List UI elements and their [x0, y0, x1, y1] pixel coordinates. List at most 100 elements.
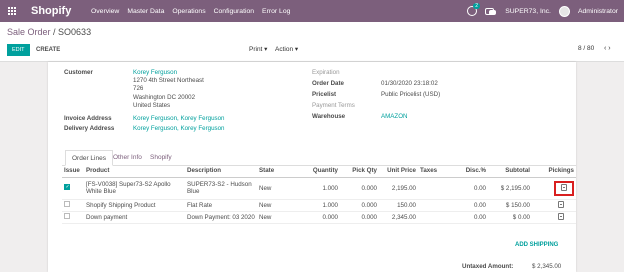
taxes-cell: [418, 177, 453, 200]
discount-cell: 0.00: [453, 211, 488, 224]
delivery-address-label: Delivery Address: [64, 125, 115, 132]
subtotal-cell: $ 150.00: [488, 199, 532, 212]
product-cell: Down payment: [84, 211, 185, 224]
activity-clock-icon[interactable]: 2: [467, 3, 481, 16]
print-dropdown[interactable]: Print ▾: [249, 45, 267, 53]
menu-master-data[interactable]: Master Data: [127, 8, 164, 15]
app-brand[interactable]: Shopify: [31, 5, 91, 17]
chat-icon[interactable]: [485, 7, 497, 16]
avatar[interactable]: [558, 5, 570, 17]
column-header[interactable]: Unit Price: [379, 164, 418, 178]
pickings-icon[interactable]: [558, 212, 564, 220]
column-header[interactable]: Product: [84, 164, 185, 178]
state-cell: New: [257, 211, 293, 224]
column-header[interactable]: Issue: [62, 164, 84, 178]
pickings-icon[interactable]: [561, 183, 567, 191]
menu-operations[interactable]: Operations: [172, 8, 205, 15]
table-header-row: Issue Product Description State Quantity…: [62, 164, 576, 178]
warehouse-label: Warehouse: [312, 113, 346, 120]
menu-error-log[interactable]: Error Log: [262, 8, 290, 15]
column-header[interactable]: Pick Qty: [340, 164, 379, 178]
pager-value[interactable]: 8 / 80: [578, 45, 594, 52]
pickings-icon[interactable]: [558, 200, 564, 208]
customer-address-line: 1270 4th Street Northeast: [133, 77, 204, 84]
pricelist-label: Pricelist: [312, 91, 337, 98]
company-switcher[interactable]: SUPER73, Inc.: [505, 8, 551, 15]
customer-label: Customer: [64, 69, 93, 76]
customer-address-line: United States: [133, 102, 171, 109]
product-cell: Shopify Shipping Product: [84, 199, 185, 212]
pricelist-value: Public Pricelist (USD): [381, 91, 441, 98]
pick-qty-cell: 0.000: [340, 211, 379, 224]
pickings-highlight: [554, 180, 574, 196]
table-row[interactable]: Shopify Shipping Product Flat Rate New 1…: [62, 199, 576, 212]
pick-qty-cell: 0.000: [340, 177, 379, 200]
product-cell: [FS-V0038] Super73-S2 Apollo White Blue: [84, 177, 185, 200]
column-header[interactable]: Pickings: [532, 164, 576, 178]
customer-name-link[interactable]: Korey Ferguson: [133, 69, 177, 76]
description-cell: Flat Rate: [185, 199, 257, 212]
column-header[interactable]: State: [257, 164, 293, 178]
control-panel: Sale Order / SO0633 EDIT CREATE Print ▾ …: [0, 22, 624, 62]
issue-checkbox[interactable]: [64, 201, 70, 207]
description-line: SUPER73-S2 - Hudson: [187, 181, 252, 188]
invoice-address-link[interactable]: Korey Ferguson, Korey Ferguson: [133, 115, 224, 122]
untaxed-amount-value: $ 2,345.00: [532, 263, 562, 270]
order-date-value: 01/30/2020 23:18:02: [381, 80, 438, 87]
apps-menu-icon[interactable]: [8, 7, 16, 15]
column-header[interactable]: Quantity: [293, 164, 340, 178]
user-menu[interactable]: Administrator: [578, 8, 618, 15]
expiration-label: Expiration: [312, 69, 340, 76]
invoice-address-label: Invoice Address: [64, 115, 112, 122]
top-navbar: Shopify Overview Master Data Operations …: [0, 0, 624, 22]
create-button[interactable]: CREATE: [36, 44, 60, 56]
warehouse-link[interactable]: AMAZON: [381, 113, 407, 120]
issue-checkbox[interactable]: [64, 184, 70, 190]
taxes-cell: [418, 211, 453, 224]
table-row[interactable]: [FS-V0038] Super73-S2 Apollo White Blue …: [62, 177, 576, 200]
column-header[interactable]: Taxes: [418, 164, 453, 178]
breadcrumb-current: SO0633: [58, 27, 92, 37]
order-date-label: Order Date: [312, 80, 344, 87]
breadcrumb: Sale Order / SO0633: [7, 27, 91, 37]
description-cell: Down Payment: 03 2020: [185, 211, 257, 224]
breadcrumb-separator: /: [50, 27, 59, 37]
issue-checkbox[interactable]: [64, 213, 70, 219]
discount-cell: 0.00: [453, 177, 488, 200]
customer-address-line: Washington DC 20002: [133, 94, 196, 101]
menu-overview[interactable]: Overview: [91, 8, 119, 15]
quantity-cell: 0.000: [293, 211, 340, 224]
unit-price-cell: 150.00: [379, 199, 418, 212]
systray: 2 SUPER73, Inc. Administrator: [467, 0, 618, 22]
column-header[interactable]: Subtotal: [488, 164, 532, 178]
breadcrumb-parent[interactable]: Sale Order: [7, 27, 51, 37]
discount-cell: 0.00: [453, 199, 488, 212]
untaxed-amount-label: Untaxed Amount:: [462, 263, 514, 270]
unit-price-cell: 2,195.00: [379, 177, 418, 200]
subtotal-cell: $ 0.00: [488, 211, 532, 224]
description-line: Blue: [187, 188, 200, 195]
state-cell: New: [257, 199, 293, 212]
description-cell: SUPER73-S2 - Hudson Blue: [185, 177, 257, 200]
pick-qty-cell: 0.000: [340, 199, 379, 212]
edit-button[interactable]: EDIT: [7, 44, 30, 56]
activity-badge: 2: [473, 3, 481, 9]
state-cell: New: [257, 177, 293, 200]
column-header[interactable]: Description: [185, 164, 257, 178]
menu-configuration[interactable]: Configuration: [214, 8, 254, 15]
quantity-cell: 1.000: [293, 177, 340, 200]
payment-terms-label: Payment Terms: [312, 102, 355, 109]
main-menu: Overview Master Data Operations Configur…: [91, 8, 298, 15]
add-shipping-button[interactable]: ADD SHIPPING: [515, 242, 558, 248]
quantity-cell: 1.000: [293, 199, 340, 212]
subtotal-cell: $ 2,195.00: [488, 177, 532, 200]
customer-address-line: 726: [133, 85, 144, 92]
unit-price-cell: 2,345.00: [379, 211, 418, 224]
table-row[interactable]: Down payment Down Payment: 03 2020 New 0…: [62, 211, 576, 224]
column-header[interactable]: Disc.%: [453, 164, 488, 178]
action-dropdown[interactable]: Action ▾: [275, 45, 298, 53]
order-lines-table: Issue Product Description State Quantity…: [62, 164, 576, 224]
taxes-cell: [418, 199, 453, 212]
delivery-address-link[interactable]: Korey Ferguson, Korey Ferguson: [133, 125, 224, 132]
pager-arrows[interactable]: ‹ ›: [604, 45, 611, 52]
